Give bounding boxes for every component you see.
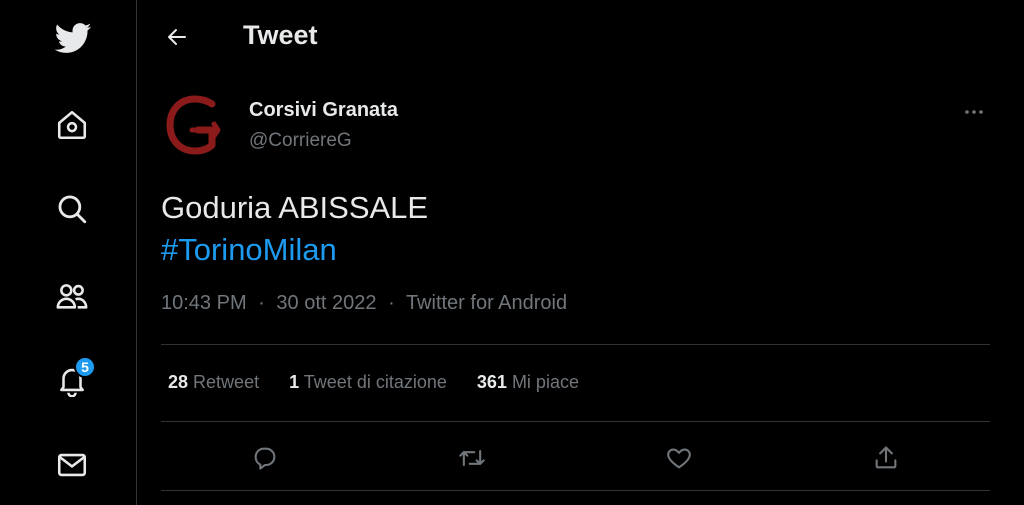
search-icon[interactable] <box>44 181 100 237</box>
notifications-icon[interactable]: 5 <box>44 352 100 408</box>
back-button[interactable] <box>158 18 196 56</box>
corsivi-granata-logo-icon <box>166 95 221 155</box>
retweets-label: Retweet <box>193 372 260 392</box>
tweet-text: Goduria ABISSALE #TorinoMilan <box>161 187 428 271</box>
sidebar: 5 <box>0 0 137 505</box>
reply-button[interactable] <box>243 436 287 480</box>
author-name[interactable]: Corsivi Granata <box>249 99 398 122</box>
notifications-badge: 5 <box>74 356 96 378</box>
likes-stat[interactable]: 361 Mi piace <box>477 372 579 393</box>
share-icon <box>875 446 897 469</box>
quotes-stat[interactable]: 1 Tweet di citazione <box>289 372 447 393</box>
arrow-left-icon <box>168 29 186 45</box>
divider <box>161 490 990 491</box>
share-button[interactable] <box>864 436 908 480</box>
tweet-stats: 28 Retweet 1 Tweet di citazione 361 Mi p… <box>168 372 609 393</box>
retweets-stat[interactable]: 28 Retweet <box>168 372 259 393</box>
author-handle[interactable]: @CorriereG <box>249 130 352 152</box>
tweet-detail-panel: Tweet Corsivi Granata @CorriereG Goduria… <box>138 0 1024 505</box>
home-icon[interactable] <box>44 97 100 153</box>
retweets-count: 28 <box>168 372 189 392</box>
retweet-button[interactable] <box>450 436 494 480</box>
twitter-logo-icon[interactable] <box>44 10 100 66</box>
tweet-text-line: Goduria ABISSALE <box>161 190 429 225</box>
header: Tweet <box>138 0 1024 72</box>
meta-separator: · <box>388 292 395 314</box>
quotes-count: 1 <box>289 372 300 392</box>
communities-icon[interactable] <box>44 268 100 324</box>
more-horizontal-icon <box>965 110 983 114</box>
tweet-actions <box>138 436 1024 480</box>
tweet-meta: 10:43 PM · 30 ott 2022 · Twitter for And… <box>161 292 567 315</box>
heart-icon <box>667 448 691 469</box>
tweet-source[interactable]: Twitter for Android <box>406 292 567 314</box>
divider <box>161 421 990 422</box>
page-title: Tweet <box>243 20 318 50</box>
likes-label: Mi piace <box>511 372 579 392</box>
messages-icon[interactable] <box>44 437 100 493</box>
avatar[interactable] <box>162 90 232 160</box>
quotes-label: Tweet di citazione <box>303 372 447 392</box>
tweet-date[interactable]: 30 ott 2022 <box>276 292 376 314</box>
hashtag-link[interactable]: #TorinoMilan <box>161 229 428 271</box>
retweet-icon <box>459 449 485 467</box>
divider <box>161 344 990 345</box>
likes-count: 361 <box>476 372 507 392</box>
like-button[interactable] <box>657 436 701 480</box>
more-options-button[interactable] <box>956 96 992 128</box>
tweet-time[interactable]: 10:43 PM <box>161 292 247 314</box>
reply-icon <box>254 447 276 470</box>
meta-separator: · <box>258 292 265 314</box>
